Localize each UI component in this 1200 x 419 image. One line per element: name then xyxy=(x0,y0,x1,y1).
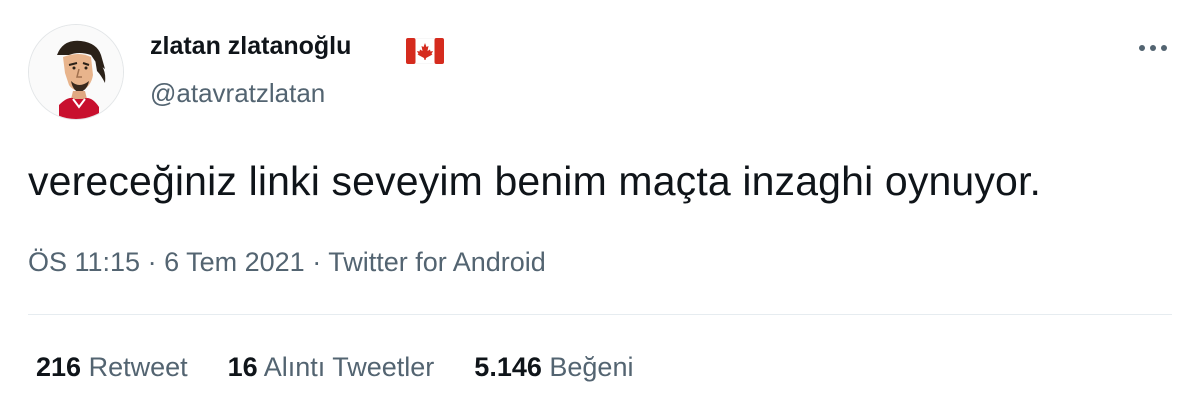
stat-count: 5.146 xyxy=(474,352,542,382)
meta-separator: · xyxy=(140,247,165,277)
canada-flag-icon xyxy=(406,38,444,64)
avatar[interactable] xyxy=(28,24,124,120)
tweet-date[interactable]: 6 Tem 2021 xyxy=(164,247,305,277)
tweet-stats: 216 Retweet 16 Alıntı Tweetler 5.146 Beğ… xyxy=(36,352,633,383)
quote-tweets-count[interactable]: 16 Alıntı Tweetler xyxy=(228,352,435,383)
avatar-icon xyxy=(29,25,123,119)
meta-separator: · xyxy=(304,247,329,277)
likes-count[interactable]: 5.146 Beğeni xyxy=(474,352,633,383)
stat-label: Retweet xyxy=(88,352,188,382)
tweet-metadata: ÖS 11:15 · 6 Tem 2021 · Twitter for Andr… xyxy=(28,247,546,278)
tweet-text: vereceğiniz linki seveyim benim maçta in… xyxy=(28,158,1042,204)
display-name[interactable]: zlatan zlatanoğlu xyxy=(150,32,351,61)
stat-count: 16 xyxy=(227,352,258,382)
tweet-time[interactable]: ÖS 11:15 xyxy=(28,247,140,277)
more-icon[interactable] xyxy=(1133,34,1173,62)
stat-label: Alıntı Tweetler xyxy=(263,352,435,382)
stat-count: 216 xyxy=(36,352,82,382)
user-handle[interactable]: @atavratzlatan xyxy=(150,78,325,109)
stat-label: Beğeni xyxy=(549,352,634,382)
tweet-source[interactable]: Twitter for Android xyxy=(328,247,546,277)
retweet-count[interactable]: 216 Retweet xyxy=(36,352,188,383)
divider xyxy=(28,314,1172,315)
tweet-card: zlatan zlatanoğlu @atavratzlatan vereceğ… xyxy=(0,0,1200,419)
